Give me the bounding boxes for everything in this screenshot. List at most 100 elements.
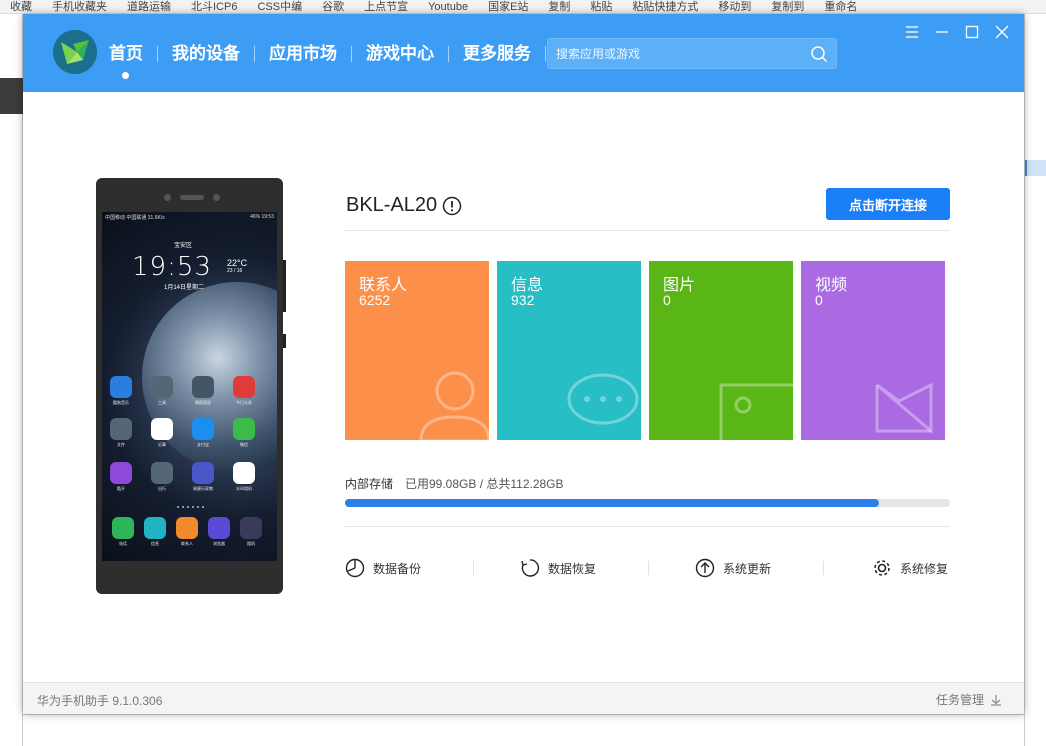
phone-app-label: 情报家居 <box>195 400 211 405</box>
phone-app-icon <box>110 376 132 398</box>
phone-assistant-window: 首页 我的设备 应用市场 游戏中心 更多服务 搜索应用或游戏 中国移动 中国联通… <box>23 14 1024 714</box>
tool-backup[interactable]: 数据备份 <box>345 557 421 579</box>
tool-restore[interactable]: 数据恢复 <box>520 557 596 579</box>
phone-weather: 22°C 23 / 16 <box>227 258 247 274</box>
phone-dock-icon <box>176 517 198 539</box>
phone-app-label: 酷狗音乐 <box>113 400 129 405</box>
background-toolbar-item: 收藏 <box>10 1 32 13</box>
page-indicator-dot <box>187 506 189 508</box>
tool-label: 数据备份 <box>373 561 422 576</box>
background-toolbar-item: 北斗ICP6 <box>191 1 238 13</box>
maximize-icon[interactable] <box>962 22 982 42</box>
tool-label: 系统更新 <box>723 561 772 576</box>
phone-dock-icon <box>144 517 166 539</box>
phone-app-icon <box>151 376 173 398</box>
background-bottom-panel <box>23 714 1024 746</box>
storage-progress-bar <box>345 499 950 507</box>
restore-icon <box>521 559 540 577</box>
tile-contacts[interactable]: 联系人 6252 <box>345 261 489 440</box>
phone-volume-button <box>283 260 286 312</box>
tile-videos[interactable]: 视频 0 <box>801 261 945 440</box>
background-toolbar-item: 道路运输 <box>127 1 171 13</box>
phone-app-label: 工具 <box>158 400 166 405</box>
task-manager-button[interactable]: 任务管理 <box>936 691 1002 708</box>
phone-app-icon <box>110 462 132 484</box>
weather-range: 23 / 16 <box>227 268 243 274</box>
phone-app-icon <box>151 418 173 440</box>
phone-dock-label: 联系人 <box>181 541 193 546</box>
background-toolbar-item: 粘贴快捷方式 <box>632 1 699 13</box>
background-toolbar-item: Youtube <box>428 1 469 13</box>
phone-sensor <box>164 194 171 201</box>
phone-dock-icon <box>208 517 230 539</box>
nav-game-center[interactable]: 游戏中心 <box>352 42 448 66</box>
nav-home[interactable]: 首页 <box>109 42 157 79</box>
phone-clock: 19:53 <box>132 252 212 282</box>
background-toolbar-item: 粘贴 <box>590 1 613 13</box>
phone-screen: 中国移动 中国联通 31.6K/s 46% 19:53 宝安区 19:53 22… <box>102 212 277 561</box>
phone-app-label: 支付宝 <box>197 442 209 447</box>
phone-app-label: 水印相机 <box>236 486 252 491</box>
phone-app-label: 出行 <box>158 486 166 491</box>
phone-camera <box>213 194 220 201</box>
background-toolbar: 收藏 手机收藏夹 道路运输 北斗ICP6 CSS中编 谷歌 上点节宣 Youtube 国家E站 复… <box>0 0 1046 14</box>
phone-app-icon <box>192 376 214 398</box>
task-manager-label: 任务管理 <box>935 693 984 707</box>
tile-count: 932 <box>511 292 535 308</box>
menu-icon[interactable] <box>902 22 922 42</box>
device-name: BKL-AL20 <box>346 194 438 216</box>
background-right-panel <box>1024 14 1046 746</box>
tile-pictures[interactable]: 图片 0 <box>649 261 793 440</box>
download-icon <box>991 694 1001 706</box>
phone-dock-label: 浏览器 <box>213 541 225 546</box>
page-indicator-dot <box>192 506 194 508</box>
background-toolbar-item: 谷歌 <box>322 1 345 13</box>
nav-separator <box>545 46 546 62</box>
image-icon <box>719 383 793 440</box>
phone-dock-icon <box>112 517 134 539</box>
nav-app-market[interactable]: 应用市场 <box>255 42 351 66</box>
backup-icon <box>345 558 365 578</box>
tool-separator <box>648 561 649 575</box>
phone-status-bar: 中国移动 中国联通 31.6K/s 46% 19:53 <box>102 212 277 222</box>
phone-dock-label: 电话 <box>119 541 127 546</box>
person-icon <box>419 371 489 440</box>
close-icon[interactable] <box>992 22 1012 42</box>
phone-dock-icon <box>240 517 262 539</box>
nav-my-devices[interactable]: 我的设备 <box>158 42 254 66</box>
phone-app-icon <box>233 376 255 398</box>
phone-app-label: 记事 <box>158 442 166 447</box>
status-footer: 华为手机助手 9.1.0.306 任务管理 <box>23 682 1024 714</box>
phone-location: 宝安区 <box>174 243 193 249</box>
background-toolbar-item: 复制 <box>548 1 571 13</box>
storage-progress-fill <box>345 499 879 507</box>
tile-count: 6252 <box>359 292 391 308</box>
phone-app-icon <box>151 462 173 484</box>
info-icon[interactable] <box>442 196 462 216</box>
storage-usage: 已用99.08GB / 总共112.28GB <box>405 477 564 491</box>
tool-update[interactable]: 系统更新 <box>695 557 771 579</box>
tool-separator <box>823 561 824 575</box>
background-toolbar-item: 移动到 <box>718 1 752 13</box>
phone-app-label: 易捷乐家教 <box>193 486 213 491</box>
tile-messages[interactable]: 信息 932 <box>497 261 641 440</box>
tool-label: 数据恢复 <box>548 561 597 576</box>
disconnect-button[interactable]: 点击断开连接 <box>826 188 950 220</box>
video-icon <box>875 382 933 435</box>
storage-label: 内部存储 <box>345 477 394 491</box>
tool-repair[interactable]: 系统修复 <box>872 557 948 579</box>
background-left-panel <box>0 14 23 746</box>
background-selection <box>1025 160 1046 176</box>
main-nav: 首页 我的设备 应用市场 游戏中心 更多服务 <box>109 42 546 79</box>
minimize-icon[interactable] <box>932 22 952 42</box>
tile-count: 0 <box>663 292 671 308</box>
search-icon[interactable] <box>810 45 828 63</box>
search-input[interactable] <box>548 39 798 68</box>
nav-more-services[interactable]: 更多服务 <box>449 42 545 66</box>
phone-app-icon <box>192 462 214 484</box>
background-toolbar-item: CSS中编 <box>257 1 303 13</box>
phone-app-label: 文件 <box>117 442 125 447</box>
nav-active-indicator <box>122 72 129 79</box>
page-indicator-dot <box>182 506 184 508</box>
background-toolbar-item: 手机收藏夹 <box>52 1 107 13</box>
